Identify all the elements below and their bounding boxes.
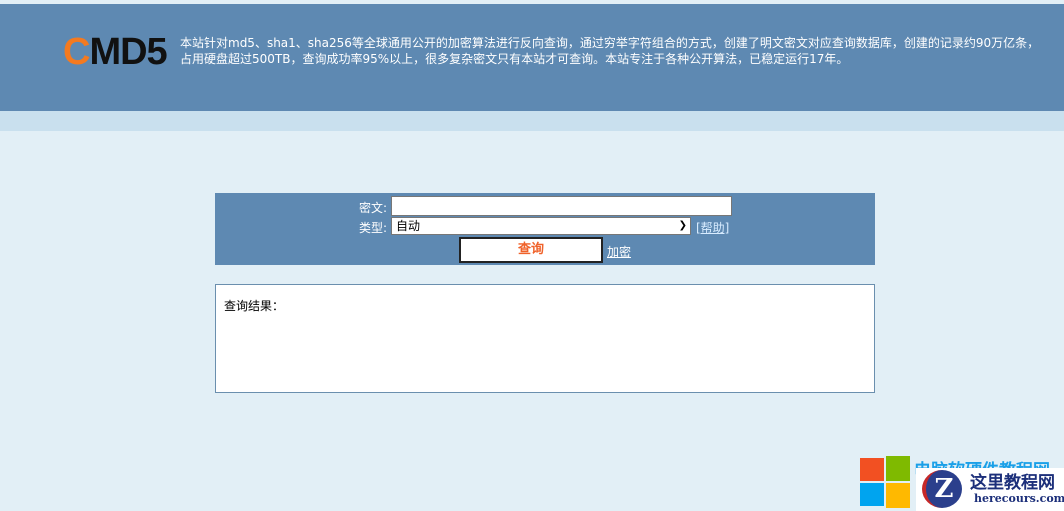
type-select[interactable]: 自动 ❯ (391, 217, 691, 235)
encrypt-link[interactable]: 加密 (607, 243, 631, 260)
cipher-label: 密文: (358, 201, 387, 215)
result-panel: 查询结果： (215, 284, 875, 393)
windows-logo-icon (860, 456, 912, 508)
watermark: 电脑软硬件教程网 Z 这里教程网 herecours.com (858, 452, 1064, 511)
query-form: 密文: 类型: 自动 ❯ [帮助] 查询 加密 (215, 193, 875, 265)
help-link[interactable]: [帮助] (696, 219, 729, 236)
chevron-down-icon: ❯ (678, 220, 687, 231)
result-label: 查询结果： (224, 299, 285, 313)
type-label: 类型: (358, 221, 387, 235)
site-intro: 本站针对md5、sha1、sha256等全球通用公开的加密算法进行反向查询，通过… (180, 35, 1050, 67)
intro-line: 占用硬盘超过500TB，查询成功率95%以上，很多复杂密文只有本站才可查询。本站… (180, 52, 849, 66)
nav-stripe (0, 111, 1064, 131)
z-logo-icon: Z (922, 470, 962, 508)
query-button[interactable]: 查询 (459, 237, 603, 263)
cmd5-logo[interactable]: CMD5 (63, 31, 168, 74)
cipher-input[interactable] (391, 196, 732, 216)
site-header: CMD5 本站针对md5、sha1、sha256等全球通用公开的加密算法进行反向… (0, 4, 1064, 111)
intro-line: 本站针对md5、sha1、sha256等全球通用公开的加密算法进行反向查询，通过… (180, 36, 1040, 50)
